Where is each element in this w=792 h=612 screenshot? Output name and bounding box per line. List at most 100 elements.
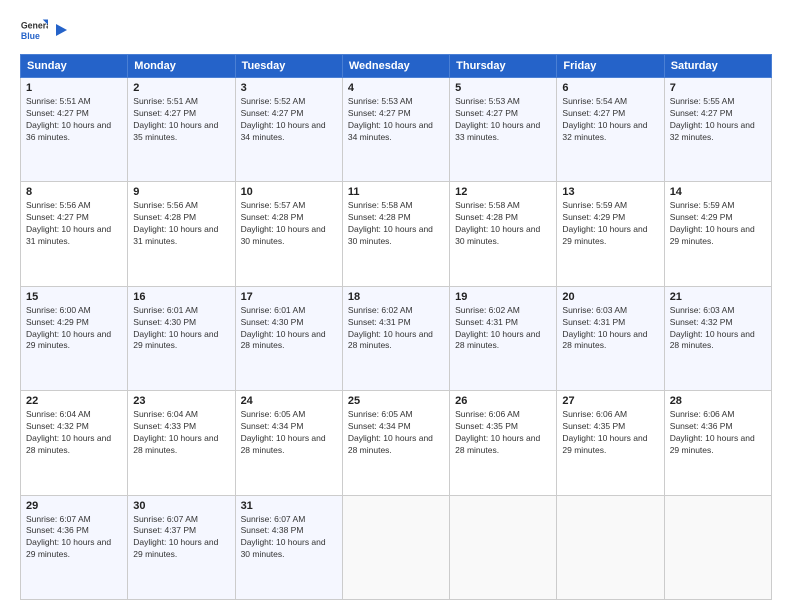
day-info: Sunrise: 5:59 AMSunset: 4:29 PMDaylight:… <box>670 200 766 248</box>
calendar-header: SundayMondayTuesdayWednesdayThursdayFrid… <box>21 55 772 78</box>
calendar-cell <box>342 495 449 599</box>
calendar-body: 1Sunrise: 5:51 AMSunset: 4:27 PMDaylight… <box>21 78 772 600</box>
day-info: Sunrise: 6:02 AMSunset: 4:31 PMDaylight:… <box>455 305 551 353</box>
day-number: 19 <box>455 291 551 303</box>
day-info: Sunrise: 5:56 AMSunset: 4:28 PMDaylight:… <box>133 200 229 248</box>
day-info: Sunrise: 6:00 AMSunset: 4:29 PMDaylight:… <box>26 305 122 353</box>
calendar-cell: 21 Sunrise: 6:03 AMSunset: 4:32 PMDayligh… <box>664 286 771 390</box>
day-info: Sunrise: 5:55 AMSunset: 4:27 PMDaylight:… <box>670 96 766 144</box>
weekday-saturday: Saturday <box>664 55 771 78</box>
day-info: Sunrise: 6:07 AMSunset: 4:37 PMDaylight:… <box>133 514 229 562</box>
day-number: 13 <box>562 186 658 198</box>
day-number: 26 <box>455 395 551 407</box>
calendar-cell: 29 Sunrise: 6:07 AMSunset: 4:36 PMDayligh… <box>21 495 128 599</box>
day-number: 24 <box>241 395 337 407</box>
day-number: 4 <box>348 82 444 94</box>
header: General Blue <box>20 16 772 44</box>
calendar-cell: 6 Sunrise: 5:54 AMSunset: 4:27 PMDaylight… <box>557 78 664 182</box>
day-number: 30 <box>133 500 229 512</box>
calendar-cell: 18Sunrise: 6:02 AMSunset: 4:31 PMDayligh… <box>342 286 449 390</box>
weekday-thursday: Thursday <box>450 55 557 78</box>
calendar-cell: 10Sunrise: 5:57 AMSunset: 4:28 PMDayligh… <box>235 182 342 286</box>
day-number: 25 <box>348 395 444 407</box>
calendar-cell: 9 Sunrise: 5:56 AMSunset: 4:28 PMDaylight… <box>128 182 235 286</box>
day-info: Sunrise: 5:58 AMSunset: 4:28 PMDaylight:… <box>455 200 551 248</box>
calendar-cell: 26Sunrise: 6:06 AMSunset: 4:35 PMDayligh… <box>450 391 557 495</box>
calendar-cell <box>450 495 557 599</box>
calendar-cell: 13 Sunrise: 5:59 AMSunset: 4:29 PMDayligh… <box>557 182 664 286</box>
day-number: 8 <box>26 186 122 198</box>
calendar-cell: 7 Sunrise: 5:55 AMSunset: 4:27 PMDaylight… <box>664 78 771 182</box>
day-info: Sunrise: 5:56 AMSunset: 4:27 PMDaylight:… <box>26 200 122 248</box>
day-info: Sunrise: 6:03 AMSunset: 4:31 PMDaylight:… <box>562 305 658 353</box>
day-number: 21 <box>670 291 766 303</box>
day-info: Sunrise: 5:51 AMSunset: 4:27 PMDaylight:… <box>133 96 229 144</box>
calendar-cell: 17Sunrise: 6:01 AMSunset: 4:30 PMDayligh… <box>235 286 342 390</box>
day-number: 20 <box>562 291 658 303</box>
calendar-cell: 25 Sunrise: 6:05 AMSunset: 4:34 PMDayligh… <box>342 391 449 495</box>
calendar-cell: 1Sunrise: 5:51 AMSunset: 4:27 PMDaylight… <box>21 78 128 182</box>
day-number: 31 <box>241 500 337 512</box>
day-number: 29 <box>26 500 122 512</box>
day-number: 12 <box>455 186 551 198</box>
day-info: Sunrise: 6:05 AMSunset: 4:34 PMDaylight:… <box>348 409 444 457</box>
day-number: 6 <box>562 82 658 94</box>
calendar-cell: 15 Sunrise: 6:00 AMSunset: 4:29 PMDayligh… <box>21 286 128 390</box>
day-number: 2 <box>133 82 229 94</box>
calendar-cell: 14 Sunrise: 5:59 AMSunset: 4:29 PMDayligh… <box>664 182 771 286</box>
day-number: 22 <box>26 395 122 407</box>
day-info: Sunrise: 5:53 AMSunset: 4:27 PMDaylight:… <box>348 96 444 144</box>
calendar: SundayMondayTuesdayWednesdayThursdayFrid… <box>20 54 772 600</box>
calendar-cell: 27 Sunrise: 6:06 AMSunset: 4:35 PMDayligh… <box>557 391 664 495</box>
day-info: Sunrise: 5:59 AMSunset: 4:29 PMDaylight:… <box>562 200 658 248</box>
weekday-header-row: SundayMondayTuesdayWednesdayThursdayFrid… <box>21 55 772 78</box>
day-number: 27 <box>562 395 658 407</box>
calendar-cell: 12 Sunrise: 5:58 AMSunset: 4:28 PMDayligh… <box>450 182 557 286</box>
calendar-cell <box>664 495 771 599</box>
day-info: Sunrise: 5:52 AMSunset: 4:27 PMDaylight:… <box>241 96 337 144</box>
day-info: Sunrise: 5:58 AMSunset: 4:28 PMDaylight:… <box>348 200 444 248</box>
logo-arrow-icon <box>53 24 67 38</box>
day-info: Sunrise: 6:06 AMSunset: 4:35 PMDaylight:… <box>562 409 658 457</box>
weekday-friday: Friday <box>557 55 664 78</box>
calendar-cell: 11 Sunrise: 5:58 AMSunset: 4:28 PMDayligh… <box>342 182 449 286</box>
day-info: Sunrise: 6:04 AMSunset: 4:32 PMDaylight:… <box>26 409 122 457</box>
weekday-wednesday: Wednesday <box>342 55 449 78</box>
day-info: Sunrise: 6:01 AMSunset: 4:30 PMDaylight:… <box>133 305 229 353</box>
day-number: 3 <box>241 82 337 94</box>
day-info: Sunrise: 6:01 AMSunset: 4:30 PMDaylight:… <box>241 305 337 353</box>
day-info: Sunrise: 6:06 AMSunset: 4:36 PMDaylight:… <box>670 409 766 457</box>
day-number: 23 <box>133 395 229 407</box>
calendar-cell: 3 Sunrise: 5:52 AMSunset: 4:27 PMDaylight… <box>235 78 342 182</box>
calendar-cell: 16 Sunrise: 6:01 AMSunset: 4:30 PMDayligh… <box>128 286 235 390</box>
day-number: 16 <box>133 291 229 303</box>
calendar-week-2: 8 Sunrise: 5:56 AMSunset: 4:27 PMDaylight… <box>21 182 772 286</box>
calendar-cell: 19 Sunrise: 6:02 AMSunset: 4:31 PMDayligh… <box>450 286 557 390</box>
day-info: Sunrise: 6:04 AMSunset: 4:33 PMDaylight:… <box>133 409 229 457</box>
day-number: 14 <box>670 186 766 198</box>
day-number: 11 <box>348 186 444 198</box>
day-info: Sunrise: 5:57 AMSunset: 4:28 PMDaylight:… <box>241 200 337 248</box>
day-info: Sunrise: 6:03 AMSunset: 4:32 PMDaylight:… <box>670 305 766 353</box>
day-number: 15 <box>26 291 122 303</box>
day-info: Sunrise: 5:54 AMSunset: 4:27 PMDaylight:… <box>562 96 658 144</box>
day-info: Sunrise: 6:07 AMSunset: 4:38 PMDaylight:… <box>241 514 337 562</box>
calendar-cell: 2 Sunrise: 5:51 AMSunset: 4:27 PMDaylight… <box>128 78 235 182</box>
calendar-cell: 5Sunrise: 5:53 AMSunset: 4:27 PMDaylight… <box>450 78 557 182</box>
day-number: 7 <box>670 82 766 94</box>
day-info: Sunrise: 6:07 AMSunset: 4:36 PMDaylight:… <box>26 514 122 562</box>
day-number: 9 <box>133 186 229 198</box>
weekday-monday: Monday <box>128 55 235 78</box>
calendar-cell: 28 Sunrise: 6:06 AMSunset: 4:36 PMDayligh… <box>664 391 771 495</box>
logo: General Blue <box>20 16 67 44</box>
svg-text:Blue: Blue <box>21 31 40 41</box>
page: General Blue SundayMondayTuesdayWed <box>0 0 792 612</box>
day-info: Sunrise: 6:05 AMSunset: 4:34 PMDaylight:… <box>241 409 337 457</box>
day-info: Sunrise: 6:02 AMSunset: 4:31 PMDaylight:… <box>348 305 444 353</box>
day-info: Sunrise: 5:51 AMSunset: 4:27 PMDaylight:… <box>26 96 122 144</box>
calendar-cell: 8 Sunrise: 5:56 AMSunset: 4:27 PMDaylight… <box>21 182 128 286</box>
day-number: 28 <box>670 395 766 407</box>
svg-text:General: General <box>21 20 48 30</box>
day-number: 5 <box>455 82 551 94</box>
calendar-cell: 30 Sunrise: 6:07 AMSunset: 4:37 PMDayligh… <box>128 495 235 599</box>
